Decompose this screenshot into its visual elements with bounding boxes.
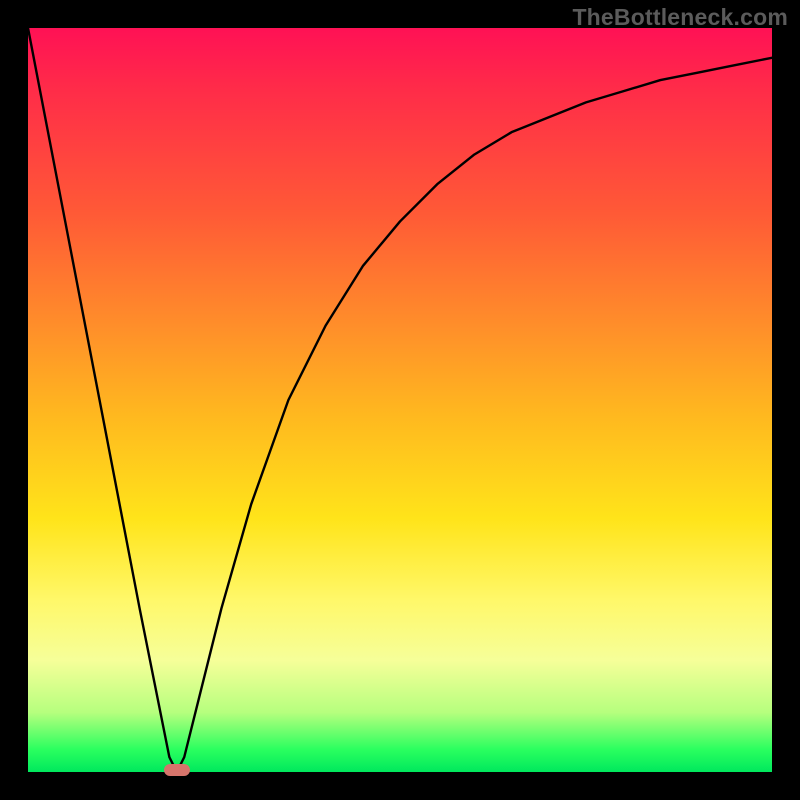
bottleneck-curve xyxy=(28,28,772,772)
chart-frame: TheBottleneck.com xyxy=(0,0,800,800)
minimum-marker xyxy=(164,764,190,776)
curve-svg xyxy=(28,28,772,772)
watermark-text: TheBottleneck.com xyxy=(572,4,788,31)
plot-area xyxy=(28,28,772,772)
